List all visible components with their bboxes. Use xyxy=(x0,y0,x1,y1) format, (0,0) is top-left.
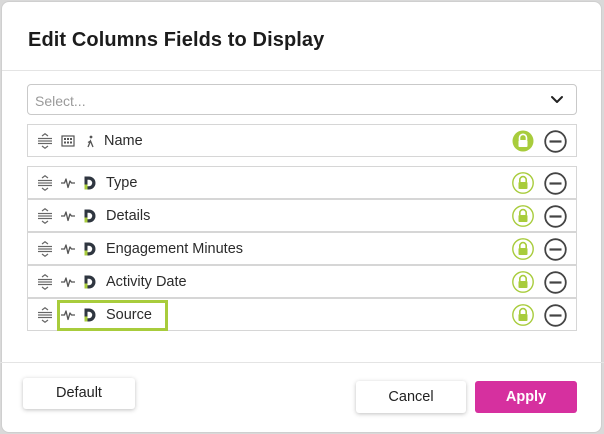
select-placeholder: Select... xyxy=(35,93,86,109)
d-logo-icon xyxy=(84,176,96,190)
lock-icon[interactable] xyxy=(512,205,534,227)
drag-handle-icon[interactable] xyxy=(37,133,53,149)
drag-handle-icon[interactable] xyxy=(37,307,53,323)
d-logo-icon xyxy=(84,209,96,223)
remove-icon[interactable] xyxy=(544,238,567,261)
d-logo-icon xyxy=(84,242,96,256)
column-label: Name xyxy=(104,133,143,149)
drag-handle-icon[interactable] xyxy=(37,208,53,224)
remove-icon[interactable] xyxy=(544,172,567,195)
lock-icon[interactable] xyxy=(512,172,534,194)
cancel-button[interactable]: Cancel xyxy=(356,381,466,413)
column-row-source[interactable]: Source xyxy=(27,298,577,331)
d-logo-icon xyxy=(84,275,96,289)
remove-icon[interactable] xyxy=(544,205,567,228)
lock-icon[interactable] xyxy=(512,238,534,260)
column-label: Activity Date xyxy=(106,274,187,290)
remove-icon[interactable] xyxy=(544,304,567,327)
d-logo-icon xyxy=(84,308,96,322)
drag-handle-icon[interactable] xyxy=(37,241,53,257)
apply-button[interactable]: Apply xyxy=(475,381,577,413)
remove-icon[interactable] xyxy=(544,271,567,294)
column-label: Engagement Minutes xyxy=(106,241,244,257)
chevron-down-icon xyxy=(551,96,563,103)
drag-handle-icon[interactable] xyxy=(37,175,53,191)
column-row-name[interactable]: Name xyxy=(27,124,577,157)
remove-icon[interactable] xyxy=(544,130,567,153)
activity-pulse-icon xyxy=(61,178,75,189)
drag-handle-icon[interactable] xyxy=(37,274,53,290)
column-label: Details xyxy=(106,208,151,224)
column-label: Source xyxy=(106,307,152,323)
column-row-activity-date[interactable]: Activity Date xyxy=(27,265,577,298)
field-select-dropdown[interactable]: Select... xyxy=(27,84,577,115)
footer-divider xyxy=(0,362,604,363)
building-icon xyxy=(61,135,75,147)
lock-icon[interactable] xyxy=(512,271,534,293)
column-label: Type xyxy=(106,175,138,191)
column-row-details[interactable]: Details xyxy=(27,199,577,232)
column-row-type[interactable]: Type xyxy=(27,166,577,199)
lock-icon[interactable] xyxy=(512,304,534,326)
activity-pulse-icon xyxy=(61,244,75,255)
activity-pulse-icon xyxy=(61,277,75,288)
person-icon xyxy=(87,135,94,148)
lock-icon-locked[interactable] xyxy=(512,130,534,152)
default-button[interactable]: Default xyxy=(23,378,135,409)
column-row-engagement-minutes[interactable]: Engagement Minutes xyxy=(27,232,577,265)
dialog-title: Edit Columns Fields to Display xyxy=(28,29,325,51)
activity-pulse-icon xyxy=(61,310,75,321)
header-divider xyxy=(2,70,601,71)
activity-pulse-icon xyxy=(61,211,75,222)
